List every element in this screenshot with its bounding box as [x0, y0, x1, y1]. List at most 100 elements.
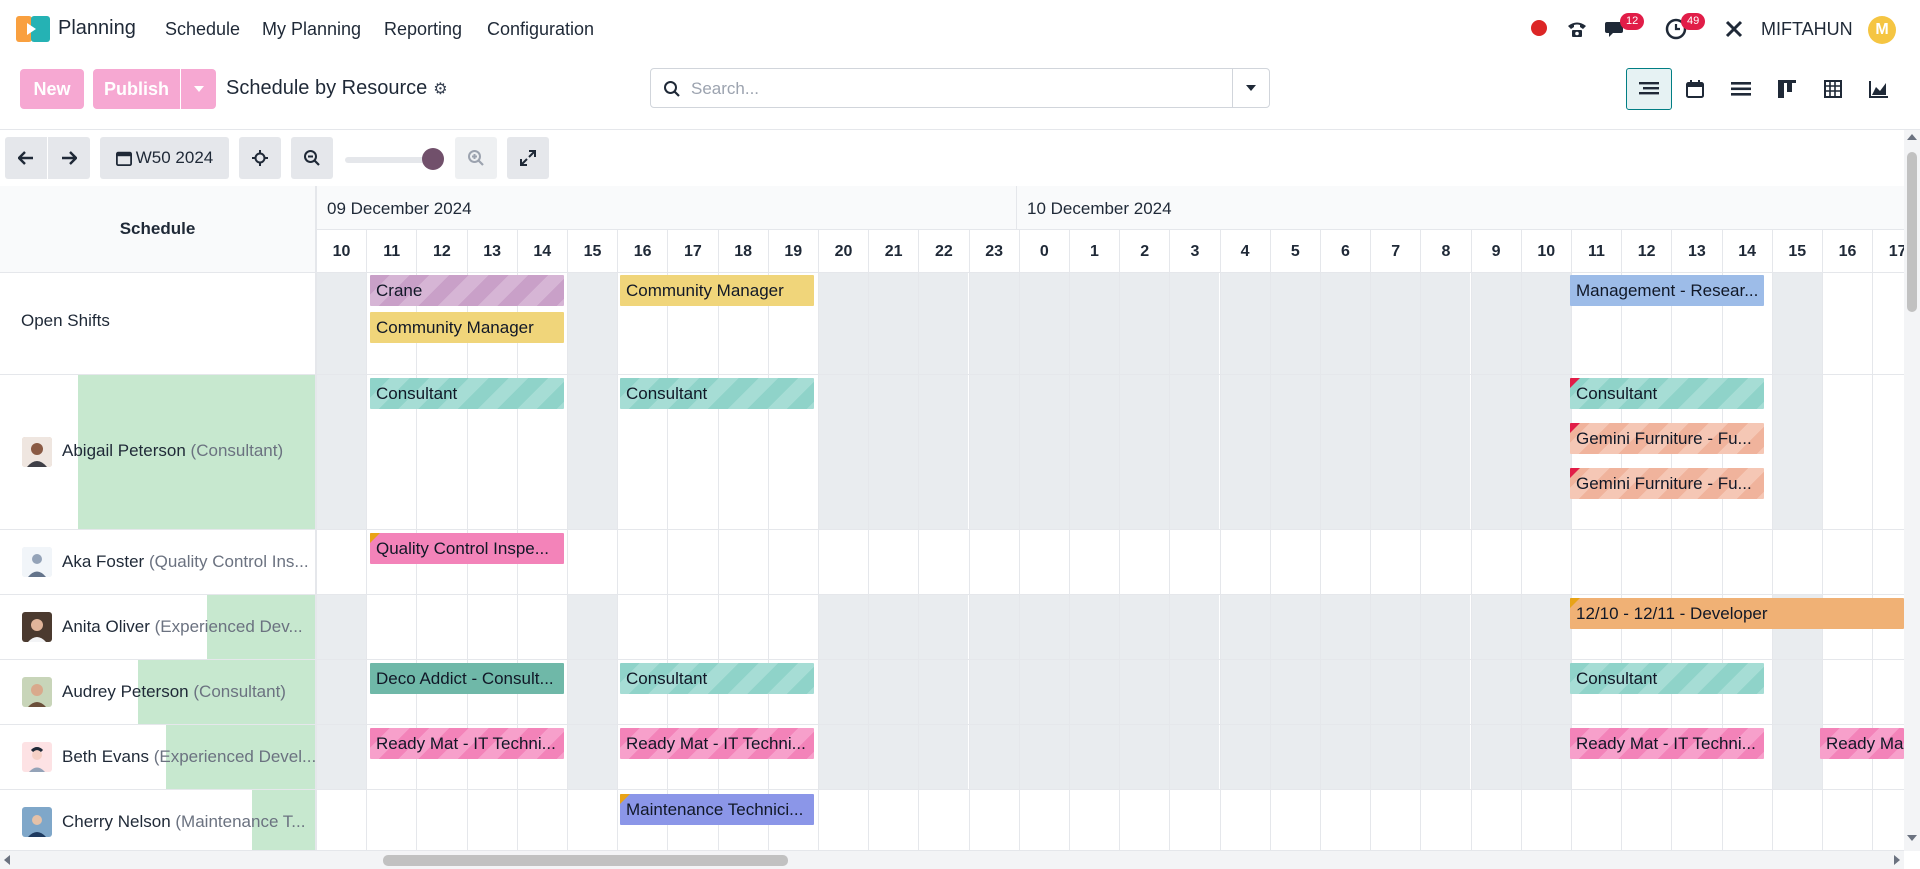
gantt-cell[interactable]	[1621, 790, 1671, 850]
gantt-cell[interactable]	[868, 595, 919, 659]
gantt-cell[interactable]	[918, 660, 969, 724]
planning-app-icon[interactable]	[16, 16, 50, 42]
gantt-cell[interactable]	[1872, 660, 1904, 724]
gantt-cell[interactable]	[1069, 375, 1119, 529]
gantt-cell[interactable]	[1420, 790, 1470, 850]
gantt-cell[interactable]	[1420, 273, 1471, 374]
zoom-out-button[interactable]	[291, 137, 333, 179]
gantt-cell[interactable]	[1018, 790, 1069, 850]
gantt-cell[interactable]	[1018, 660, 1069, 724]
shift-pill[interactable]: Consultant	[620, 378, 814, 409]
gantt-cell[interactable]	[968, 725, 1019, 789]
gantt-cell[interactable]	[1420, 530, 1470, 594]
gantt-cell[interactable]	[968, 273, 1019, 374]
gantt-cell[interactable]	[316, 375, 366, 529]
kanban-view-button[interactable]	[1764, 68, 1810, 110]
gantt-cell[interactable]	[567, 595, 617, 659]
gantt-cell[interactable]	[1470, 530, 1521, 594]
gantt-cell[interactable]	[366, 790, 416, 850]
gantt-cell[interactable]	[1520, 530, 1571, 594]
gantt-cell[interactable]	[1872, 273, 1904, 374]
gantt-cell[interactable]	[1571, 790, 1621, 850]
gantt-cell[interactable]	[1219, 725, 1270, 789]
gantt-cell[interactable]	[1119, 273, 1170, 374]
gantt-cell[interactable]	[968, 530, 1019, 594]
gantt-cell[interactable]	[1822, 790, 1872, 850]
vertical-scroll-thumb[interactable]	[1907, 152, 1917, 312]
shift-pill[interactable]: 12/10 - 12/11 - Developer	[1570, 598, 1904, 629]
gantt-view-button[interactable]	[1626, 68, 1672, 110]
vertical-scrollbar[interactable]	[1904, 130, 1920, 851]
gantt-cell[interactable]	[1520, 375, 1571, 529]
gantt-cell[interactable]	[818, 530, 868, 594]
gantt-cell[interactable]	[1219, 375, 1270, 529]
gantt-cell[interactable]	[1219, 660, 1270, 724]
gantt-cell[interactable]	[1621, 530, 1671, 594]
gantt-cell[interactable]	[868, 790, 918, 850]
gantt-cell[interactable]	[1771, 790, 1822, 850]
scroll-right-arrow-icon[interactable]	[1894, 855, 1900, 865]
recording-indicator-icon[interactable]	[1531, 20, 1547, 36]
gantt-cell[interactable]	[1872, 530, 1904, 594]
period-picker-button[interactable]: W50 2024	[100, 137, 229, 179]
menu-schedule[interactable]: Schedule	[165, 19, 240, 40]
gantt-cell[interactable]	[968, 660, 1019, 724]
gantt-cell[interactable]	[868, 660, 919, 724]
gantt-cell[interactable]	[1320, 725, 1370, 789]
shift-pill[interactable]: Maintenance Technici...	[620, 794, 814, 825]
zoom-slider-handle[interactable]	[422, 148, 444, 170]
gantt-cell[interactable]	[918, 595, 969, 659]
scroll-up-arrow-icon[interactable]	[1907, 134, 1917, 140]
gantt-cell[interactable]	[416, 595, 466, 659]
gantt-cell[interactable]	[1169, 595, 1220, 659]
gantt-cell[interactable]	[1018, 273, 1069, 374]
previous-button[interactable]	[5, 137, 47, 179]
gantt-cell[interactable]	[818, 273, 868, 374]
gantt-cell[interactable]	[767, 595, 818, 659]
gantt-cell[interactable]	[1069, 530, 1119, 594]
gantt-cell[interactable]	[1169, 660, 1220, 724]
gantt-cell[interactable]	[1269, 375, 1320, 529]
shift-pill[interactable]: Consultant	[1570, 663, 1764, 694]
gantt-cell[interactable]	[1069, 790, 1119, 850]
gantt-cell[interactable]	[1069, 595, 1119, 659]
gantt-cell[interactable]	[1370, 273, 1421, 374]
shift-pill[interactable]: Ready Ma	[1820, 728, 1904, 759]
gantt-cell[interactable]	[968, 375, 1019, 529]
gantt-cell[interactable]	[1470, 660, 1521, 724]
gantt-cell[interactable]	[567, 790, 617, 850]
gantt-cell[interactable]	[1822, 375, 1872, 529]
gantt-cell[interactable]	[516, 790, 567, 850]
row-header[interactable]: Cherry Nelson (Maintenance T...	[0, 790, 316, 850]
gantt-cell[interactable]	[1269, 273, 1320, 374]
phone-icon[interactable]	[1566, 18, 1588, 40]
gantt-cell[interactable]	[1320, 273, 1370, 374]
gantt-cell[interactable]	[1269, 660, 1320, 724]
shift-pill[interactable]: Consultant	[370, 378, 564, 409]
menu-my-planning[interactable]: My Planning	[262, 19, 361, 40]
shift-pill[interactable]: Ready Mat - IT Techni...	[1570, 728, 1764, 759]
shift-pill[interactable]: Consultant	[620, 663, 814, 694]
gantt-cell[interactable]	[1771, 375, 1822, 529]
gantt-cell[interactable]	[1119, 660, 1170, 724]
gantt-cell[interactable]	[1520, 725, 1571, 789]
tools-icon[interactable]	[1724, 19, 1744, 39]
gantt-cell[interactable]	[1269, 530, 1320, 594]
gantt-cell[interactable]	[316, 725, 366, 789]
gantt-cell[interactable]	[1018, 375, 1069, 529]
gantt-cell[interactable]	[316, 790, 366, 850]
gantt-cell[interactable]	[918, 790, 968, 850]
menu-reporting[interactable]: Reporting	[384, 19, 462, 40]
scroll-down-arrow-icon[interactable]	[1907, 835, 1917, 841]
gantt-cell[interactable]	[416, 790, 466, 850]
gantt-cell[interactable]	[818, 595, 868, 659]
shift-pill[interactable]: Deco Addict - Consult...	[370, 663, 564, 694]
gantt-cell[interactable]	[1169, 790, 1219, 850]
gantt-cell[interactable]	[717, 530, 768, 594]
gantt-cell[interactable]	[1018, 530, 1069, 594]
gantt-cell[interactable]	[1822, 660, 1872, 724]
gantt-cell[interactable]	[1018, 725, 1069, 789]
gantt-cell[interactable]	[1721, 790, 1772, 850]
gantt-cell[interactable]	[767, 530, 818, 594]
row-header[interactable]: Aka Foster (Quality Control Ins...	[0, 530, 316, 594]
